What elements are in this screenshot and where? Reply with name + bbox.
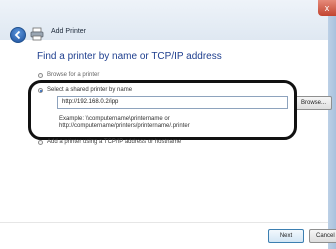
radio-browse-indicator[interactable] (38, 72, 43, 78)
printer-icon (30, 27, 44, 41)
cancel-button[interactable]: Cancel (309, 229, 336, 243)
radio-tcpip-label: Add a printer using a TCP/IP address or … (47, 139, 182, 145)
close-button[interactable]: x (318, 0, 336, 16)
window-title: Add Printer (51, 28, 87, 35)
radio-browse-printer[interactable]: Browse for a printer (38, 72, 99, 78)
radio-tcpip-printer[interactable]: Add a printer using a TCP/IP address or … (38, 139, 181, 145)
radio-browse-label: Browse for a printer (47, 72, 100, 78)
page-heading: Find a printer by name or TCP/IP address (37, 51, 222, 62)
radio-tcpip-indicator[interactable] (38, 139, 43, 145)
back-arrow-icon (14, 30, 21, 40)
highlight-outline (28, 80, 297, 140)
back-button[interactable] (10, 27, 26, 43)
add-printer-window: x Add Printer Find a printer by name or … (0, 0, 336, 249)
next-button[interactable]: Next (268, 229, 304, 243)
footer-divider (0, 222, 328, 223)
browse-button[interactable]: Browse... (294, 96, 332, 110)
window-frame-right (328, 0, 336, 249)
